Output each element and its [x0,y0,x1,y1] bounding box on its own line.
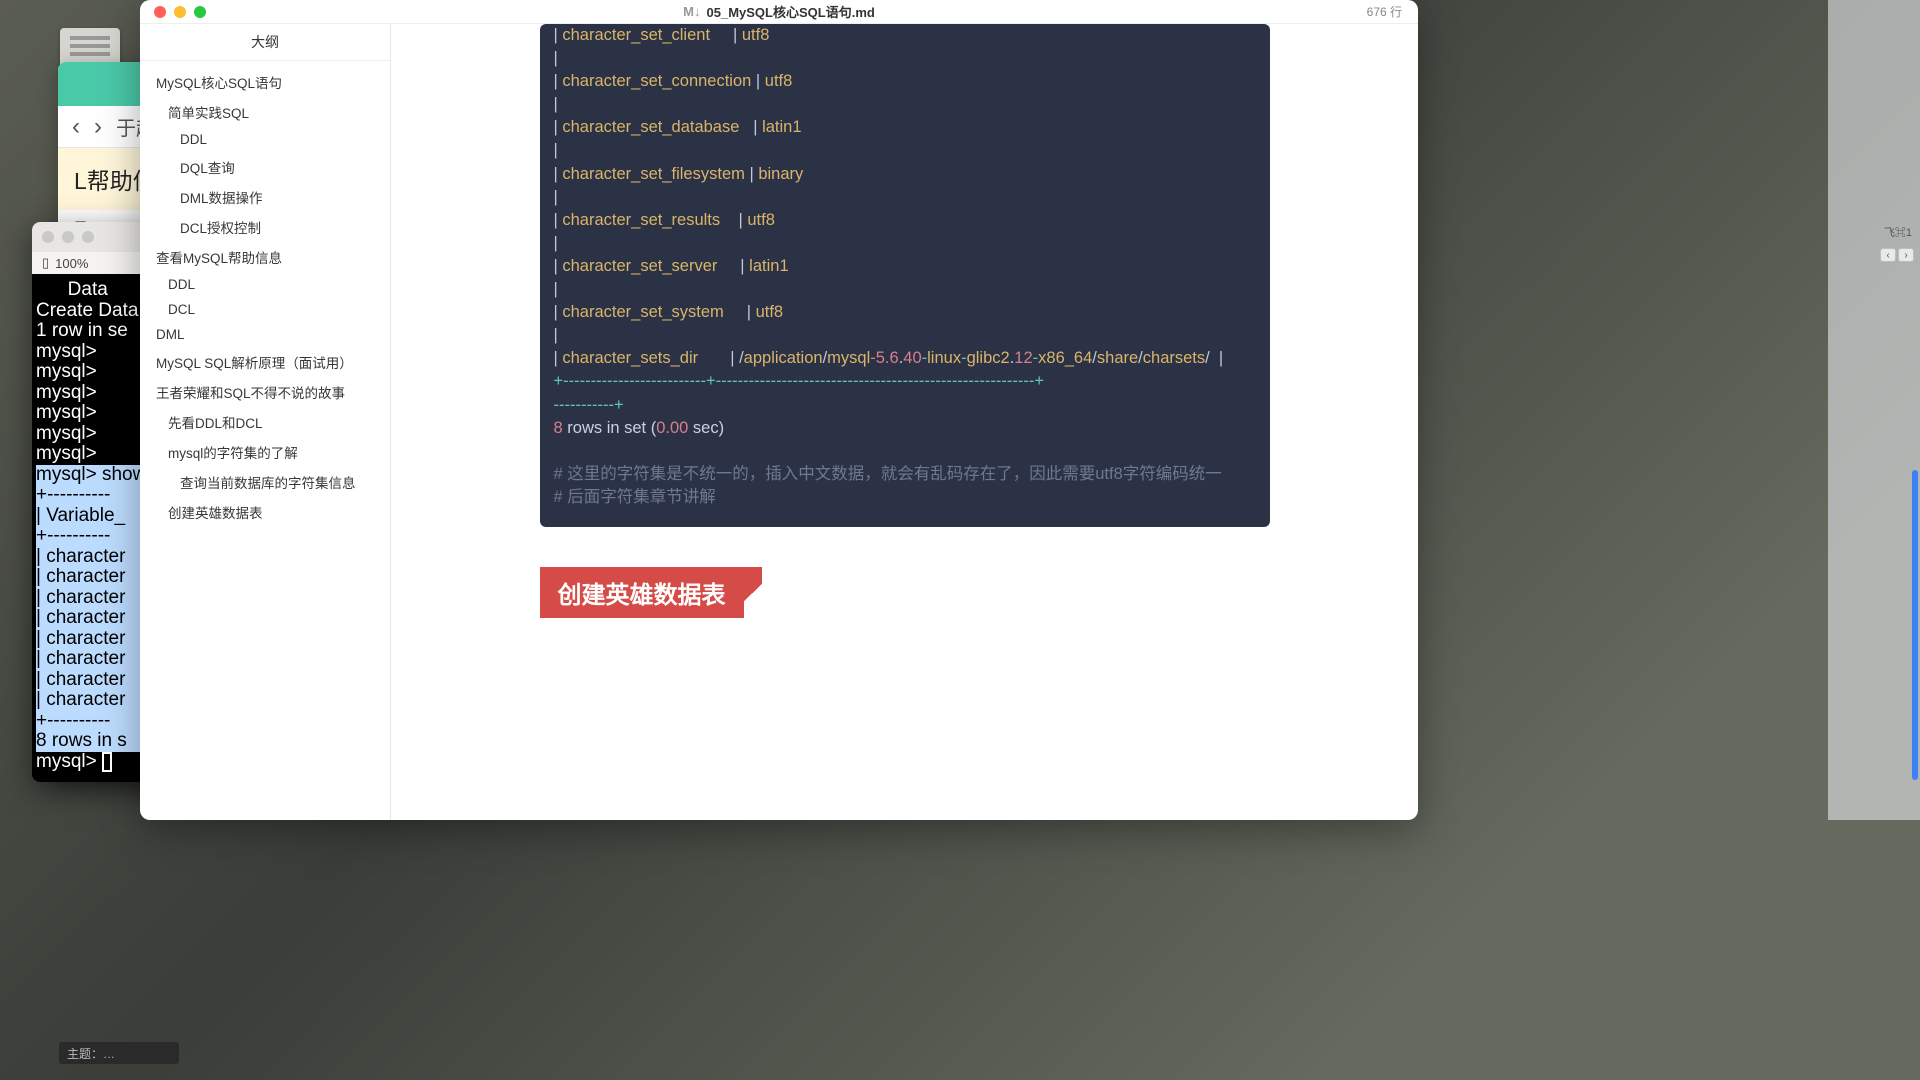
next-button[interactable]: › [1898,248,1914,262]
close-icon[interactable] [154,6,166,18]
code-block[interactable]: | character_set_client | utf8|| characte… [540,24,1270,527]
outline-item[interactable]: 先看DDL和DCL [140,407,390,437]
editor-filename-text: 05_MySQL核心SQL语句.md [707,2,875,21]
prev-button[interactable]: ‹ [1880,248,1896,262]
outline-item[interactable]: MySQL SQL解析原理（面试用） [140,347,390,377]
outline-item[interactable]: 查询当前数据库的字符集信息 [140,467,390,497]
shortcut-hint: 飞⌘1 [1884,224,1912,240]
browser-forward-button[interactable]: › [94,113,102,141]
close-icon[interactable] [42,231,54,243]
outline-item[interactable]: DDL [140,127,390,152]
window-controls[interactable] [154,6,206,18]
outline-title: 大纲 [140,24,390,61]
outline-item[interactable]: DML数据操作 [140,182,390,212]
outline-list[interactable]: MySQL核心SQL语句简单实践SQLDDLDQL查询DML数据操作DCL授权控… [140,61,390,820]
outline-item[interactable]: 查看MySQL帮助信息 [140,242,390,272]
outline-item[interactable]: DQL查询 [140,152,390,182]
section-heading: 创建英雄数据表 [540,567,1270,618]
outline-item[interactable]: 简单实践SQL [140,97,390,127]
editor-titlebar[interactable]: M↓ 05_MySQL核心SQL语句.md 676 行 [140,0,1418,24]
outline-item[interactable]: MySQL核心SQL语句 [140,67,390,97]
outline-item[interactable]: mysql的字符集的了解 [140,437,390,467]
taskbar-fragment: 主题：… [59,1042,179,1064]
scroll-indicator[interactable] [1912,470,1918,780]
outline-item[interactable]: DCL [140,297,390,322]
right-side-strip: 飞⌘1 ‹ › [1828,0,1920,820]
fullscreen-icon[interactable] [194,6,206,18]
editor-filename: M↓ 05_MySQL核心SQL语句.md [683,2,875,21]
outline-item[interactable]: 创建英雄数据表 [140,497,390,527]
minimize-icon[interactable] [174,6,186,18]
markdown-icon: M↓ [683,4,700,19]
outline-item[interactable]: DML [140,322,390,347]
zoom-icon[interactable] [82,231,94,243]
editor-content[interactable]: | character_set_client | utf8|| characte… [391,24,1418,820]
editor-linecount: 676 行 [1367,3,1402,20]
section-heading-label: 创建英雄数据表 [540,567,744,618]
outline-item[interactable]: DDL [140,272,390,297]
editor-window: M↓ 05_MySQL核心SQL语句.md 676 行 大纲 MySQL核心SQ… [140,0,1418,820]
battery-icon: ▯ [42,255,49,271]
nav-arrows[interactable]: ‹ › [1880,248,1914,262]
outline-panel: 大纲 MySQL核心SQL语句简单实践SQLDDLDQL查询DML数据操作DCL… [140,24,391,820]
minimize-icon[interactable] [62,231,74,243]
outline-item[interactable]: 王者荣耀和SQL不得不说的故事 [140,377,390,407]
browser-back-button[interactable]: ‹ [72,113,80,141]
outline-item[interactable]: DCL授权控制 [140,212,390,242]
terminal-zoom-value: 100% [55,256,88,271]
